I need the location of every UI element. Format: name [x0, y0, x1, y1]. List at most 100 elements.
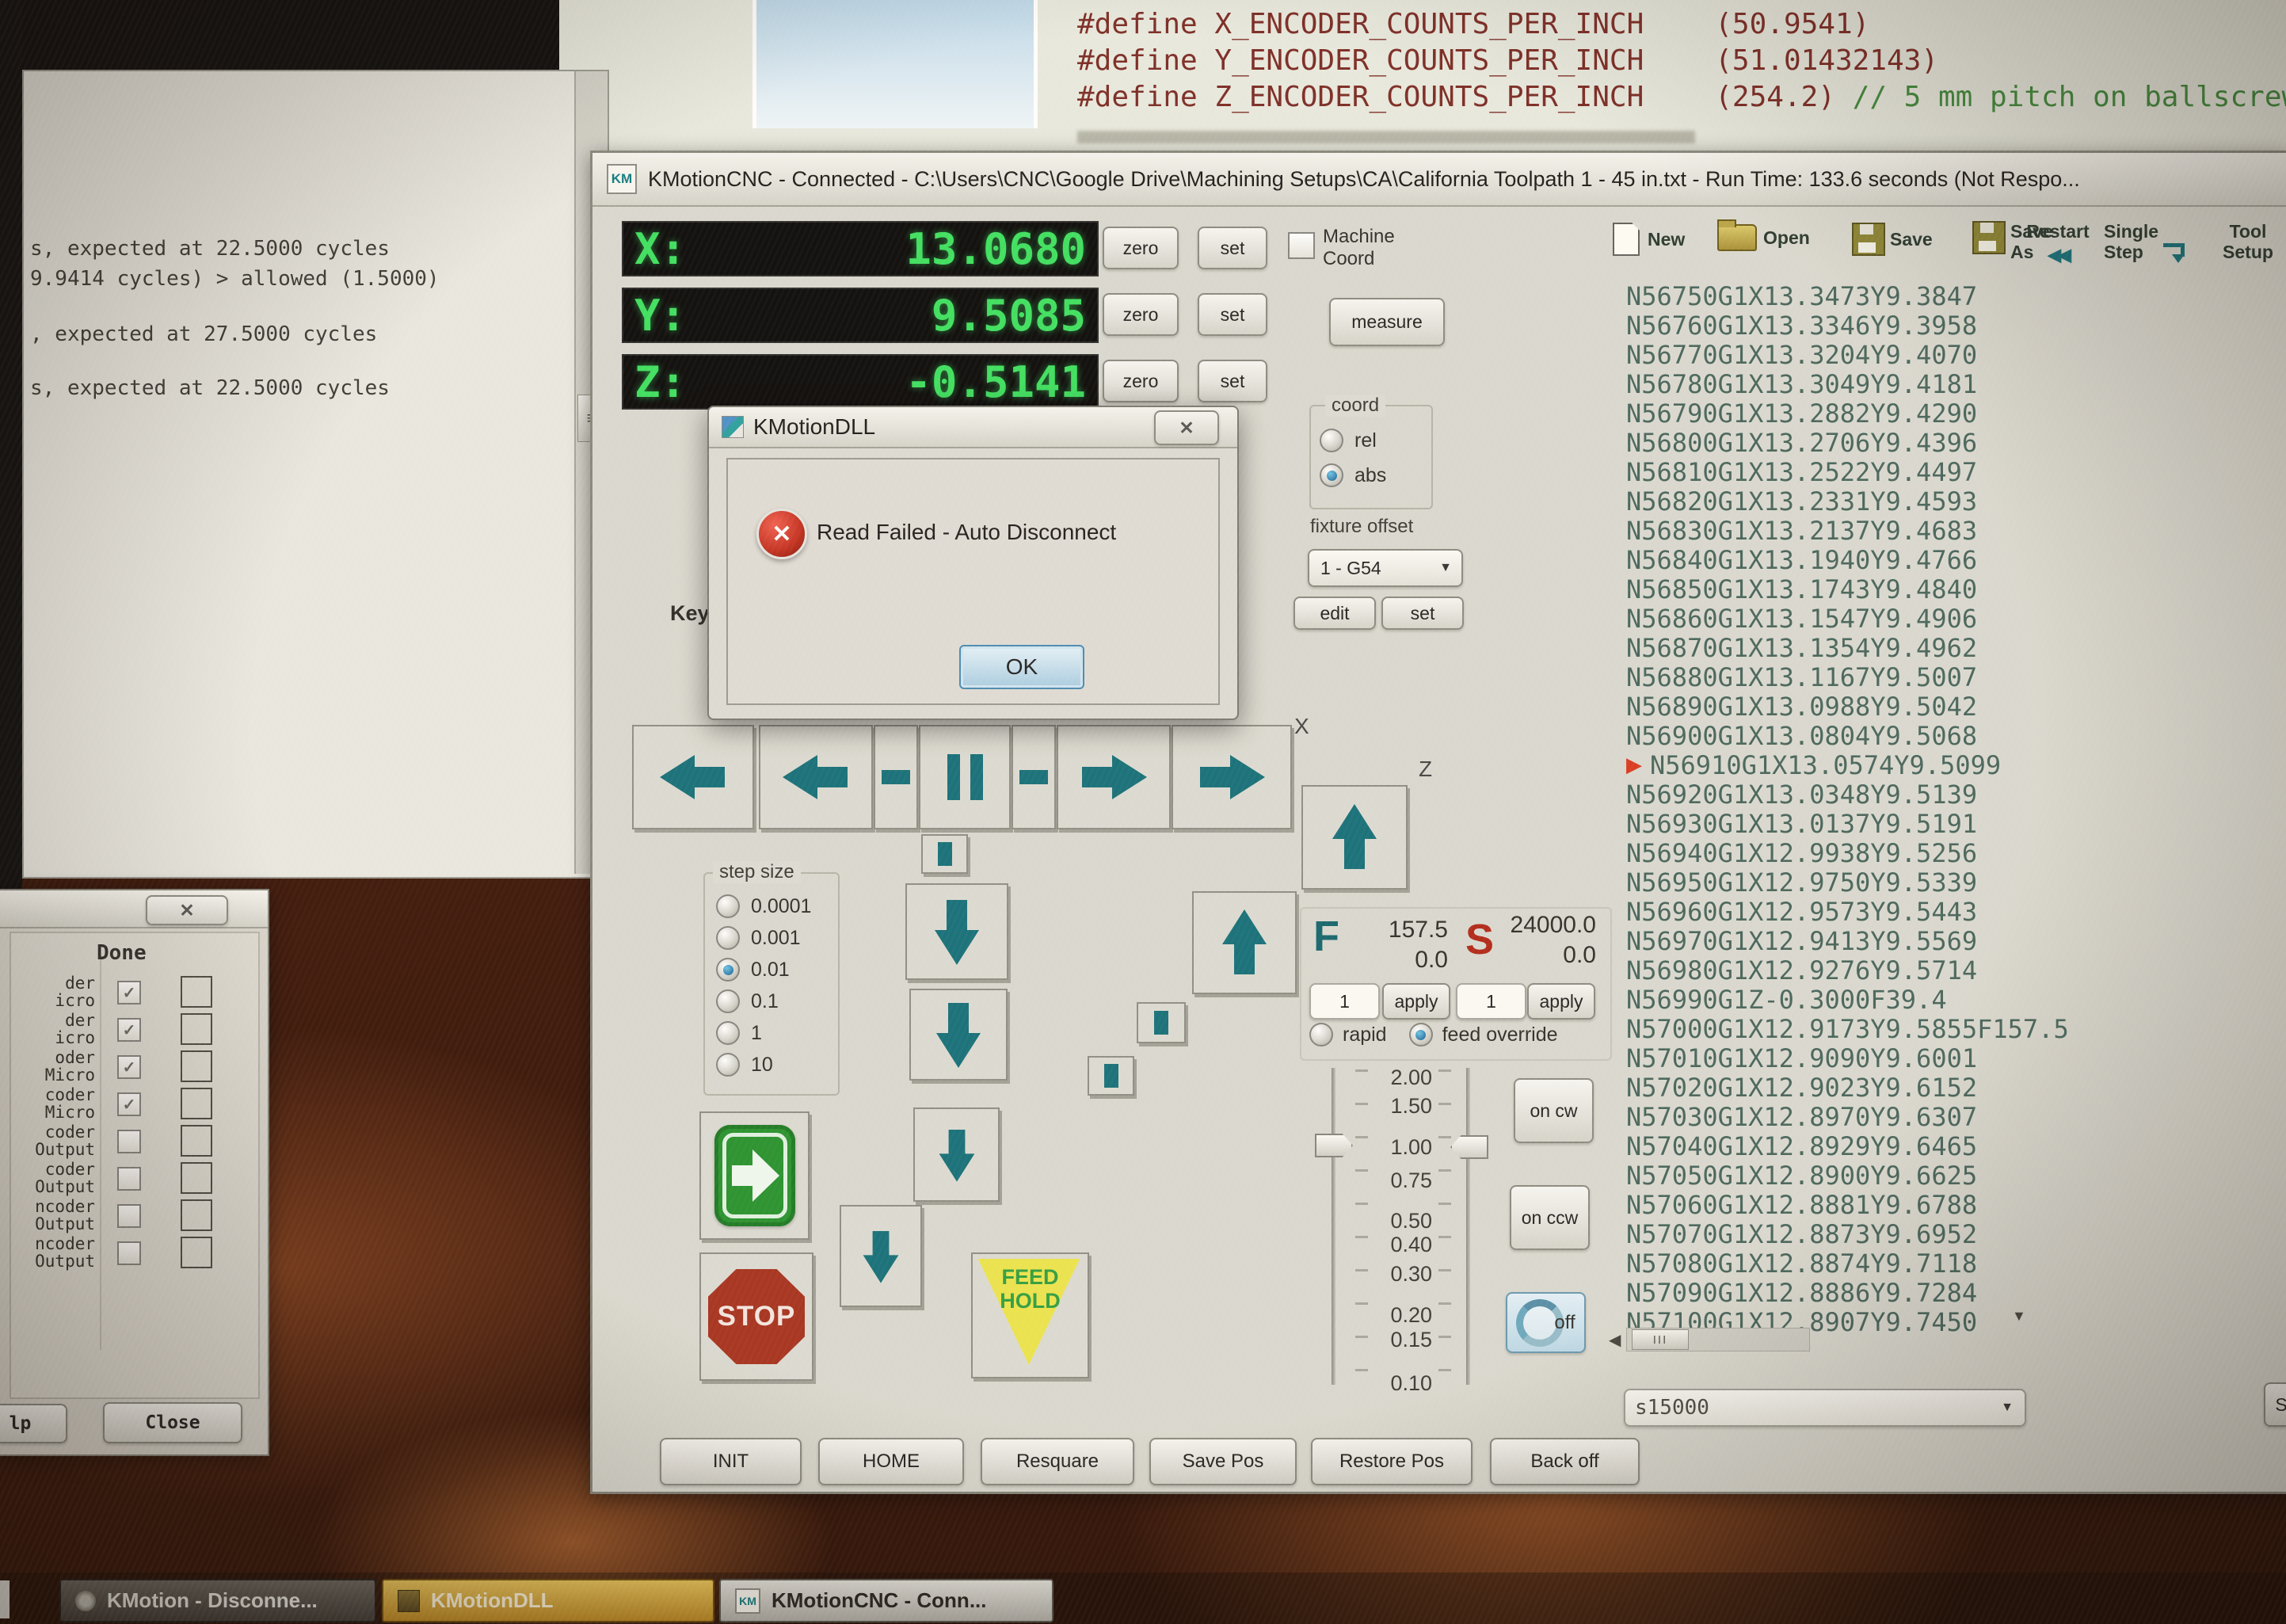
jog-x-minus-step-button[interactable] — [874, 725, 918, 829]
step-size-option[interactable]: 1 — [716, 1023, 811, 1043]
gcode-line[interactable]: ▶ N57030G1X12.8970Y9.6307 — [1626, 1102, 2101, 1131]
fixture-set-button[interactable]: set — [1381, 597, 1464, 630]
override-option[interactable]: feed override — [1409, 1023, 1558, 1046]
gcode-line[interactable]: ▶ N56990G1Z-0.3000F39.4 — [1626, 985, 2101, 1014]
step-size-option[interactable]: 0.01 — [716, 959, 811, 980]
secondary-checkbox[interactable] — [181, 1237, 212, 1268]
machine-button[interactable]: Back off — [1490, 1438, 1640, 1485]
machine-button[interactable]: HOME — [818, 1438, 964, 1485]
gcode-line[interactable]: ▶ N56970G1X12.9413Y9.5569 — [1626, 926, 2101, 955]
mdi-send-button[interactable]: S — [2264, 1382, 2286, 1427]
gcode-line[interactable]: ▶ N57090G1X12.8886Y9.7284 — [1626, 1278, 2101, 1307]
gcode-line[interactable]: ▶ N56750G1X13.3473Y9.3847 — [1626, 281, 2101, 311]
set-button[interactable]: set — [1198, 360, 1267, 402]
gcode-listing[interactable]: ▶ N56750G1X13.3473Y9.3847 ▶ N56760G1X13.… — [1626, 281, 2101, 1336]
coord-radio-option[interactable]: abs — [1320, 463, 1386, 487]
spindle-apply-button[interactable]: apply — [1527, 983, 1595, 1020]
jog-z-minus-button[interactable] — [913, 1107, 1000, 1202]
done-checkbox[interactable]: ✓ — [117, 1092, 141, 1116]
gcode-line[interactable]: ▶ N56980G1X12.9276Y9.5714 — [1626, 955, 2101, 985]
gcode-line[interactable]: ▶ N56930G1X13.0137Y9.5191 — [1626, 809, 2101, 838]
machine-button[interactable]: Resquare — [981, 1438, 1134, 1485]
help-button[interactable]: lp — [0, 1404, 67, 1443]
hscroll-track[interactable]: III — [1626, 1328, 1810, 1351]
kmotioncnc-titlebar[interactable]: KM KMotionCNC - Connected - C:\Users\CNC… — [592, 153, 2286, 207]
save-button[interactable]: Save — [1852, 223, 1933, 256]
gcode-line[interactable]: ▶ N56800G1X13.2706Y9.4396 — [1626, 428, 2101, 457]
taskbar-button-kmotion[interactable]: KMotion - Disconne... — [59, 1579, 376, 1622]
feed-slider-thumb[interactable] — [1315, 1134, 1353, 1157]
done-checkbox[interactable]: ✓ — [117, 1055, 141, 1079]
gcode-line[interactable]: ▶ N56940G1X12.9938Y9.5256 — [1626, 838, 2101, 867]
hscroll-left-arrow-icon[interactable]: ◀ — [1609, 1330, 1621, 1350]
spindle-on-cw-button[interactable]: on cw — [1514, 1078, 1594, 1143]
done-checkbox[interactable]: ✓ — [117, 1241, 141, 1265]
gcode-line[interactable]: ▶ N57040G1X12.8929Y9.6465 — [1626, 1131, 2101, 1161]
jog-x-minus-fast-button[interactable] — [632, 725, 754, 829]
dialog-ok-button[interactable]: OK — [959, 645, 1084, 689]
jog-y-minus-button[interactable] — [905, 883, 1008, 980]
override-option[interactable]: rapid — [1309, 1023, 1387, 1046]
jog-z-minus-fast-button[interactable] — [840, 1205, 922, 1307]
machine-button[interactable]: INIT — [660, 1438, 802, 1485]
set-button[interactable]: set — [1198, 293, 1267, 336]
done-checkbox[interactable]: ✓ — [117, 1167, 141, 1191]
gcode-line[interactable]: ▶ N56870G1X13.1354Y9.4962 — [1626, 633, 2101, 662]
zero-button[interactable]: zero — [1103, 360, 1179, 402]
gcode-line[interactable]: ▶ N56960G1X12.9573Y9.5443 — [1626, 897, 2101, 926]
secondary-checkbox[interactable] — [181, 1050, 212, 1082]
jog-z-plus-fast-button[interactable] — [1301, 785, 1408, 890]
encoder-dialog-close-button[interactable]: ✕ — [146, 895, 228, 925]
measure-button[interactable]: measure — [1329, 298, 1445, 346]
step-size-option[interactable]: 10 — [716, 1054, 811, 1075]
zero-button[interactable]: zero — [1103, 293, 1179, 336]
kmotiondll-titlebar[interactable]: KMotionDLL ✕ — [709, 407, 1237, 448]
hscroll-grip[interactable]: III — [1632, 1329, 1689, 1350]
secondary-checkbox[interactable] — [181, 1125, 212, 1157]
stop-button[interactable]: STOP — [699, 1252, 813, 1381]
done-checkbox[interactable]: ✓ — [117, 1204, 141, 1228]
jog-x-plus-step-button[interactable] — [1012, 725, 1056, 829]
secondary-checkbox[interactable] — [181, 1199, 212, 1231]
feed-apply-button[interactable]: apply — [1382, 983, 1450, 1020]
secondary-checkbox[interactable] — [181, 976, 212, 1008]
jog-z-plus-button[interactable] — [1192, 891, 1297, 994]
feed-override-slider[interactable] — [1332, 1068, 1335, 1385]
taskbar-button-kmotioncnc[interactable]: KM KMotionCNC - Conn... — [719, 1579, 1053, 1622]
gcode-line[interactable]: ▶ N57080G1X12.8874Y9.7118 — [1626, 1248, 2101, 1278]
gcode-line[interactable]: ▶ N57000G1X12.9173Y9.5855F157.5 — [1626, 1014, 2101, 1043]
gcode-line[interactable]: ▶ N56910G1X13.0574Y9.5099 — [1626, 750, 2101, 780]
gcode-line[interactable]: ▶ N56810G1X13.2522Y9.4497 — [1626, 457, 2101, 486]
jog-y-minus-fast-button[interactable] — [909, 989, 1008, 1081]
taskbar-button-kmotiondll[interactable]: KMotionDLL — [382, 1579, 714, 1622]
gcode-line[interactable]: ▶ N57010G1X12.9090Y9.6001 — [1626, 1043, 2101, 1073]
spindle-override-slider[interactable] — [1466, 1068, 1470, 1385]
gcode-line[interactable]: ▶ N56790G1X13.2882Y9.4290 — [1626, 398, 2101, 428]
new-button[interactable]: New — [1613, 223, 1685, 256]
feed-hold-button[interactable]: FEEDHOLD — [971, 1252, 1089, 1378]
gcode-line[interactable]: ▶ N56840G1X13.1940Y9.4766 — [1626, 545, 2101, 574]
gcode-line[interactable]: ▶ N56900G1X13.0804Y9.5068 — [1626, 721, 2101, 750]
secondary-checkbox[interactable] — [181, 1013, 212, 1045]
gcode-line[interactable]: ▶ N57020G1X12.9023Y9.6152 — [1626, 1073, 2101, 1102]
tool-setup-button[interactable]: ToolSetup — [2212, 221, 2284, 262]
dialog-close-button[interactable]: ✕ — [1154, 410, 1219, 445]
gcode-line[interactable]: ▶ N56860G1X13.1547Y9.4906 — [1626, 604, 2101, 633]
jog-x-plus-button[interactable] — [1057, 725, 1171, 829]
vscroll-down-arrow-icon[interactable]: ▼ — [2012, 1308, 2026, 1325]
gcode-line[interactable]: ▶ N56920G1X13.0348Y9.5139 — [1626, 780, 2101, 809]
secondary-checkbox[interactable] — [181, 1162, 212, 1194]
jog-x-plus-fast-button[interactable] — [1172, 725, 1292, 829]
spindle-on-ccw-button[interactable]: on ccw — [1510, 1185, 1590, 1250]
gcode-line[interactable]: ▶ N56760G1X13.3346Y9.3958 — [1626, 311, 2101, 340]
step-size-option[interactable]: 0.001 — [716, 928, 811, 948]
machine-button[interactable]: Restore Pos — [1311, 1438, 1473, 1485]
close-button[interactable]: Close — [103, 1402, 242, 1443]
jog-z-plus-step-button[interactable] — [1137, 1002, 1186, 1043]
step-size-option[interactable]: 0.0001 — [716, 896, 811, 917]
gcode-line[interactable]: ▶ N56880G1X13.1167Y9.5007 — [1626, 662, 2101, 692]
mdi-combobox[interactable]: s15000 ▼ — [1624, 1389, 2026, 1427]
spindle-slider-thumb[interactable] — [1450, 1135, 1488, 1159]
gcode-line[interactable]: ▶ N56890G1X13.0988Y9.5042 — [1626, 692, 2101, 721]
coord-radio-option[interactable]: rel — [1320, 429, 1386, 452]
